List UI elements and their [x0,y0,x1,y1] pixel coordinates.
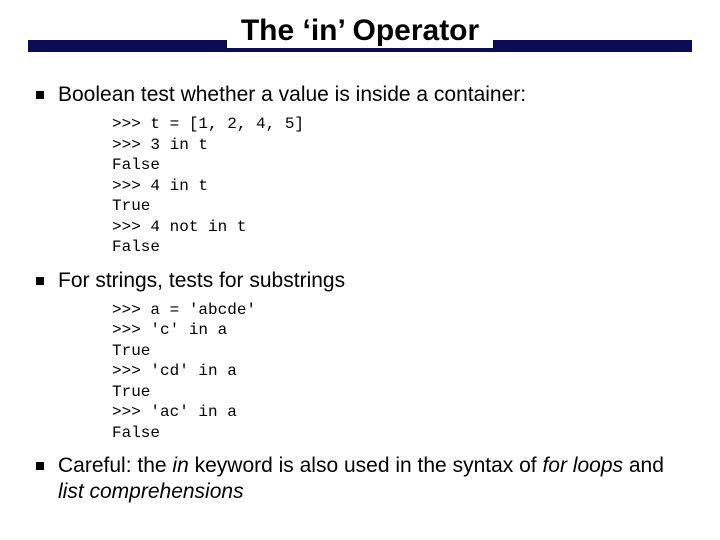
bullet-icon [36,462,44,470]
keyword-in: in [172,454,188,477]
text-segment: Careful: the [58,454,172,477]
keyword-list-comprehensions: list comprehensions [58,480,244,503]
title-wrap: The ‘in’ Operator [28,0,692,64]
code-block: >>> t = [1, 2, 4, 5] >>> 3 in t False >>… [112,114,692,257]
bullet-text: For strings, tests for substrings [58,268,345,294]
bullet-icon [36,277,44,285]
bullet-item: Boolean test whether a value is inside a… [36,82,692,108]
slide-title: The ‘in’ Operator [227,14,493,48]
code-block: >>> a = 'abcde' >>> 'c' in a True >>> 'c… [112,300,692,443]
bullet-text: Careful: the in keyword is also used in … [58,453,692,506]
bullet-item: Careful: the in keyword is also used in … [36,453,692,506]
bullet-item: For strings, tests for substrings [36,268,692,294]
bullet-text: Boolean test whether a value is inside a… [58,82,526,108]
text-segment: keyword is also used in the syntax of [189,454,543,477]
bullet-icon [36,91,44,99]
slide-content: Boolean test whether a value is inside a… [28,82,692,506]
slide: The ‘in’ Operator Boolean test whether a… [0,0,720,540]
keyword-for-loops: for loops [542,454,623,477]
text-segment: and [623,454,664,477]
